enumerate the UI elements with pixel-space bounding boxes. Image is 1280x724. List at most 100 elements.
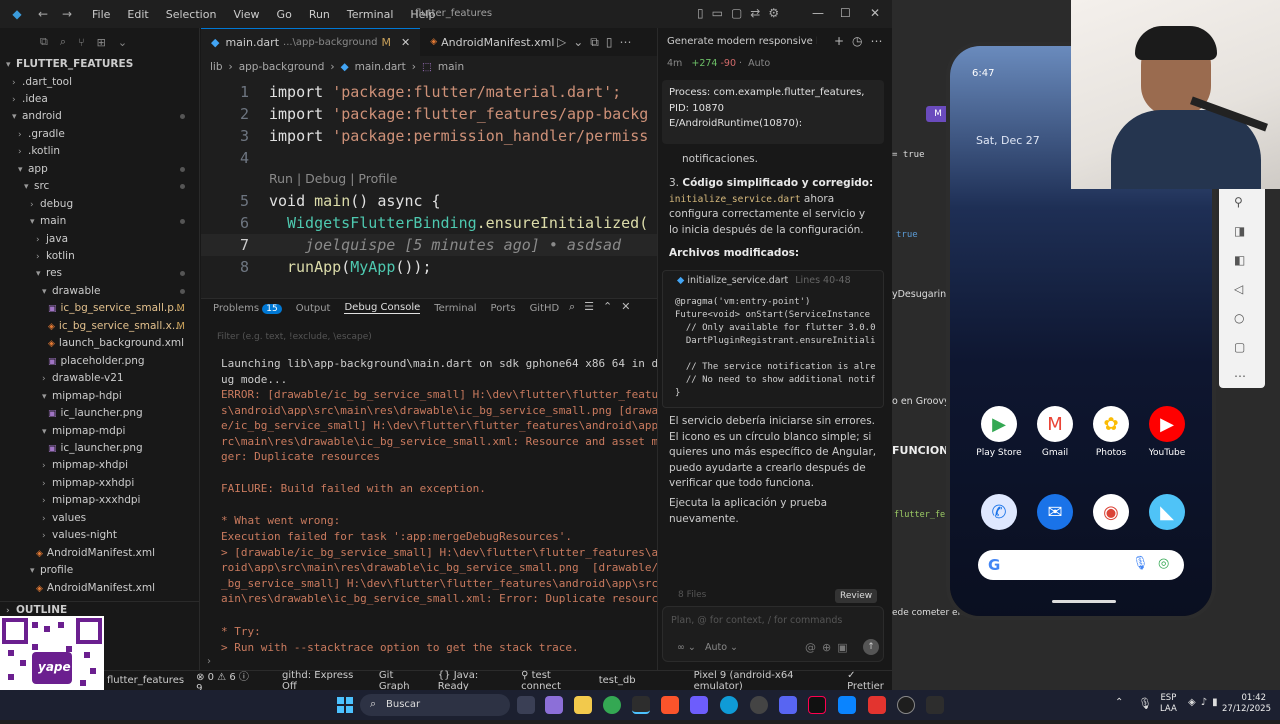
tree-file[interactable]: ▣ ic_launcher.png bbox=[0, 440, 199, 457]
tree-folder[interactable]: › kotlin bbox=[0, 248, 199, 265]
close-tab-icon[interactable]: ✕ bbox=[401, 36, 410, 49]
tree-folder[interactable]: ▾ src bbox=[0, 178, 199, 195]
status-githd[interactable]: githd: Express Off bbox=[282, 670, 365, 692]
breadcrumb-file[interactable]: main.dart bbox=[355, 61, 406, 73]
tree-folder[interactable]: › .kotlin bbox=[0, 143, 199, 160]
changed-files-count[interactable]: 8 Files bbox=[678, 590, 706, 600]
tree-file[interactable]: ◈ AndroidManifest.xml bbox=[0, 580, 199, 597]
send-icon[interactable]: ↑ bbox=[863, 639, 879, 655]
chat-input-box[interactable]: Plan, @ for context, / for commands ∞ ⌄ … bbox=[662, 606, 884, 662]
tab-githd[interactable]: GitHD bbox=[530, 303, 560, 314]
emulator-controls-icons[interactable]: ⚲ ◨ ◧ ◁ ○ ▢ ⋯ bbox=[1234, 188, 1246, 391]
tree-folder[interactable]: › mipmap-xxhdpi bbox=[0, 475, 199, 492]
chevron-down-icon[interactable]: ⌄ bbox=[118, 36, 127, 49]
tab-main-dart[interactable]: ◆ main.dart ...\app-background M ✕ bbox=[201, 28, 421, 56]
copilot-icon[interactable] bbox=[545, 696, 563, 714]
menu-terminal[interactable]: Terminal bbox=[347, 8, 394, 21]
explorer-root[interactable]: ▾ FLUTTER_FEATURES bbox=[0, 56, 199, 73]
breadcrumb-symbol[interactable]: main bbox=[438, 61, 464, 73]
chevron-up-icon[interactable]: ⌃ bbox=[1115, 697, 1123, 708]
tree-folder[interactable]: ▾ profile bbox=[0, 562, 199, 579]
dock-flutter-app[interactable]: ◣ bbox=[1139, 494, 1195, 536]
vscode-icon[interactable] bbox=[838, 696, 856, 714]
edge-icon[interactable] bbox=[720, 696, 738, 714]
extensions-icon[interactable]: ⊞ bbox=[97, 36, 106, 49]
tree-folder[interactable]: › .gradle bbox=[0, 126, 199, 143]
menu-file[interactable]: File bbox=[92, 8, 110, 21]
app-icon[interactable] bbox=[868, 696, 886, 714]
task-view-icon[interactable] bbox=[517, 696, 535, 714]
tree-folder[interactable]: › java bbox=[0, 231, 199, 248]
tree-file[interactable]: ▣ ic_launcher.png bbox=[0, 405, 199, 422]
mic-icon[interactable]: 🎙 bbox=[1138, 697, 1152, 710]
console-filter-input[interactable]: Filter (e.g. text, !exclude, \escape) bbox=[217, 332, 372, 342]
tab-ports[interactable]: Ports bbox=[491, 303, 516, 314]
start-icon[interactable] bbox=[337, 697, 353, 713]
tree-folder[interactable]: › .dart_tool bbox=[0, 74, 199, 91]
copy-icon[interactable]: ⧉ bbox=[40, 35, 48, 49]
status-prettier[interactable]: ✓ Prettier bbox=[847, 670, 892, 692]
chatgpt-icon[interactable] bbox=[897, 696, 915, 714]
language-indicator[interactable]: ESP LAA bbox=[1160, 693, 1177, 715]
breadcrumb-lib[interactable]: lib bbox=[210, 61, 223, 73]
tiktok-icon[interactable] bbox=[808, 696, 826, 714]
menu-selection[interactable]: Selection bbox=[166, 8, 217, 21]
system-tray-icons[interactable]: ◈♪▮ bbox=[1188, 697, 1223, 708]
app-gmail[interactable]: M Gmail bbox=[1027, 406, 1083, 458]
review-button[interactable]: Review bbox=[835, 589, 878, 603]
google-search-bar[interactable]: G 🎙 ◎ bbox=[978, 550, 1184, 580]
tree-folder[interactable]: ▾ main bbox=[0, 213, 199, 230]
tree-folder[interactable]: › values-night bbox=[0, 527, 199, 544]
dock-chrome[interactable]: ◉ bbox=[1083, 494, 1139, 536]
tree-file[interactable]: ▣ placeholder.png bbox=[0, 353, 199, 370]
status-test-connect[interactable]: ⚲ test connect bbox=[521, 670, 589, 692]
file-explorer-icon[interactable] bbox=[574, 696, 592, 714]
mic-icon[interactable]: 🎙 bbox=[1132, 556, 1149, 571]
tree-folder[interactable]: › drawable-v21 bbox=[0, 370, 199, 387]
tree-folder[interactable]: › values bbox=[0, 510, 199, 527]
terminal-icon[interactable] bbox=[926, 696, 944, 714]
clock[interactable]: 01:42 27/12/2025 bbox=[1222, 693, 1271, 715]
breadcrumb-folder[interactable]: app-background bbox=[239, 61, 325, 73]
snippet-header[interactable]: ◆ initialize_service.dart Lines 40-48 bbox=[677, 275, 851, 286]
app-icon[interactable] bbox=[690, 696, 708, 714]
gesture-bar[interactable] bbox=[1052, 600, 1116, 603]
status-git-graph[interactable]: Git Graph bbox=[379, 670, 424, 692]
maximize-icon[interactable]: ☐ bbox=[840, 6, 851, 20]
tree-folder[interactable]: › .idea bbox=[0, 91, 199, 108]
tree-file[interactable]: ◈ AndroidManifest.xml bbox=[0, 545, 199, 562]
dock-messages[interactable]: ✉ bbox=[1027, 494, 1083, 536]
chrome-icon[interactable] bbox=[603, 696, 621, 714]
app-photos[interactable]: ✿ Photos bbox=[1083, 406, 1139, 458]
minimize-icon[interactable]: — bbox=[812, 6, 824, 20]
status-branch[interactable]: flutter_features bbox=[107, 675, 184, 686]
menu-edit[interactable]: Edit bbox=[127, 8, 148, 21]
status-device[interactable]: Pixel 9 (android-x64 emulator) bbox=[694, 670, 835, 692]
tree-file[interactable]: ◈ ic_bg_service_small.x... M bbox=[0, 318, 199, 335]
menu-run[interactable]: Run bbox=[309, 8, 330, 21]
app-play-store[interactable]: ▶ Play Store bbox=[971, 406, 1027, 458]
status-test-db[interactable]: test_db bbox=[599, 675, 636, 686]
github-icon[interactable] bbox=[750, 696, 768, 714]
terminal-icon[interactable] bbox=[632, 696, 650, 714]
forward-arrow-icon[interactable]: → bbox=[58, 7, 76, 21]
tree-folder[interactable]: ▾ app bbox=[0, 161, 199, 178]
tree-folder[interactable]: › mipmap-xxxhdpi bbox=[0, 492, 199, 509]
menu-go[interactable]: Go bbox=[277, 8, 292, 21]
panel-actions-icons[interactable]: ⌕☰⌃✕ bbox=[569, 300, 639, 314]
tree-file[interactable]: ◈ launch_background.xml bbox=[0, 335, 199, 352]
mode-selector[interactable]: ∞ ⌄ Auto ⌄ bbox=[677, 642, 738, 653]
brave-icon[interactable] bbox=[661, 696, 679, 714]
close-window-icon[interactable]: ✕ bbox=[870, 6, 880, 20]
tab-problems[interactable]: Problems 15 bbox=[213, 303, 282, 314]
menu-view[interactable]: View bbox=[233, 8, 259, 21]
tab-terminal[interactable]: Terminal bbox=[434, 303, 476, 314]
tree-folder[interactable]: › debug bbox=[0, 196, 199, 213]
status-java[interactable]: {} Java: Ready bbox=[438, 670, 507, 692]
tree-folder[interactable]: › mipmap-xhdpi bbox=[0, 457, 199, 474]
lens-icon[interactable]: ◎ bbox=[1158, 556, 1169, 571]
dock-phone[interactable]: ✆ bbox=[971, 494, 1027, 536]
tree-folder[interactable]: ▾ mipmap-hdpi bbox=[0, 388, 199, 405]
tree-folder[interactable]: ▾ mipmap-mdpi bbox=[0, 423, 199, 440]
source-control-icon[interactable]: ⑂ bbox=[78, 36, 85, 49]
